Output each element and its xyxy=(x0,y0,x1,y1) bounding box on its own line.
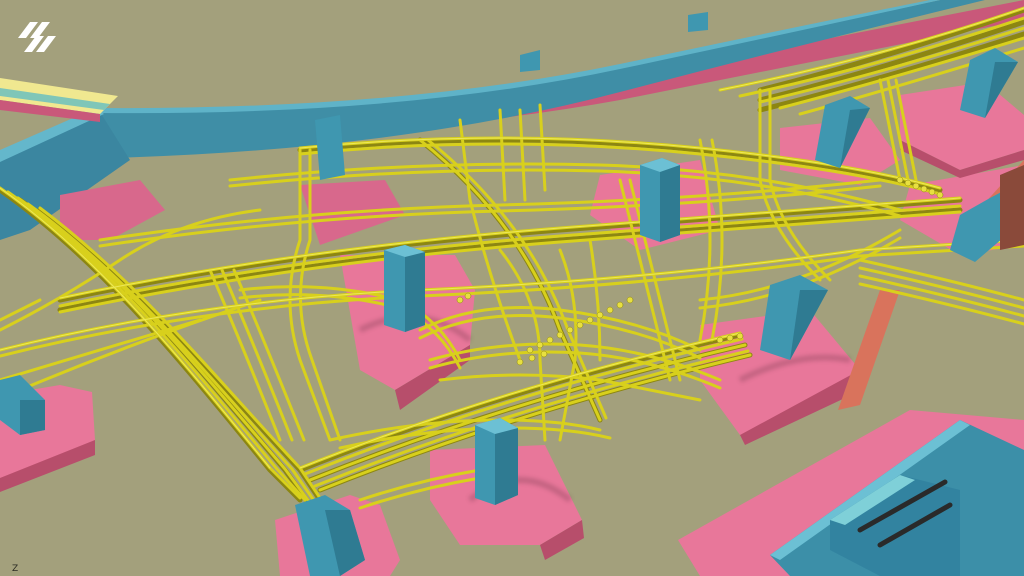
3d-viewport[interactable] xyxy=(0,0,1024,576)
right-edge-structure[interactable] xyxy=(1000,165,1024,250)
column[interactable] xyxy=(688,12,708,32)
column[interactable] xyxy=(384,245,425,332)
app-logo-icon[interactable] xyxy=(16,20,58,54)
axis-indicator-label: Z xyxy=(12,564,19,574)
column[interactable] xyxy=(640,158,680,242)
column[interactable] xyxy=(475,418,518,505)
column[interactable] xyxy=(315,115,345,180)
